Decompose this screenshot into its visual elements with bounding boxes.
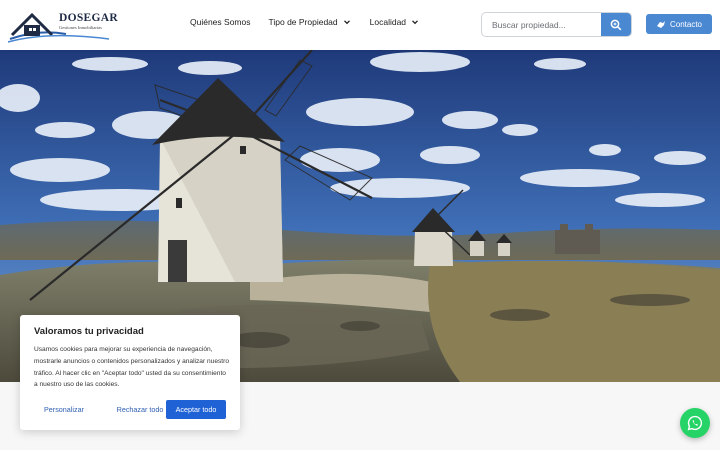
nav-item-tipo-propiedad[interactable]: Tipo de Propiedad bbox=[268, 17, 351, 27]
nav-item-label: Localidad bbox=[369, 17, 407, 27]
customize-button[interactable]: Personalizar bbox=[34, 400, 94, 419]
site-header: DOSEGAR Gestiones Inmobiliarias Quiénes … bbox=[0, 0, 720, 50]
whatsapp-icon bbox=[687, 415, 703, 431]
nav-item-label: Tipo de Propiedad bbox=[268, 17, 338, 27]
contact-icon bbox=[656, 20, 665, 28]
search-icon bbox=[610, 19, 622, 30]
brand-name: DOSEGAR bbox=[59, 12, 118, 24]
contact-label: Contacto bbox=[669, 19, 703, 29]
chevron-down-icon bbox=[412, 20, 418, 25]
logo[interactable]: DOSEGAR Gestiones Inmobiliarias bbox=[0, 0, 118, 50]
search-button[interactable] bbox=[601, 13, 631, 36]
cookie-text: Usamos cookies para mejorar su experienc… bbox=[34, 346, 229, 389]
search-input[interactable] bbox=[482, 13, 602, 36]
cookie-consent-dialog: Valoramos tu privacidad Usamos cookies p… bbox=[20, 315, 240, 430]
search-box bbox=[481, 12, 632, 37]
chevron-down-icon bbox=[343, 20, 350, 25]
accept-all-button[interactable]: Aceptar todo bbox=[166, 400, 226, 419]
main-nav: Quiénes Somos Tipo de Propiedad Localida… bbox=[190, 17, 438, 27]
brand-tagline: Gestiones Inmobiliarias bbox=[59, 25, 102, 30]
contact-button[interactable]: Contacto bbox=[646, 14, 712, 34]
nav-item-localidad[interactable]: Localidad bbox=[370, 17, 420, 27]
nav-item-label: Quiénes Somos bbox=[190, 17, 251, 27]
whatsapp-button[interactable] bbox=[680, 408, 710, 438]
cookie-title: Valoramos tu privacidad bbox=[34, 326, 144, 337]
nav-item-quienes-somos[interactable]: Quiénes Somos bbox=[190, 17, 250, 27]
